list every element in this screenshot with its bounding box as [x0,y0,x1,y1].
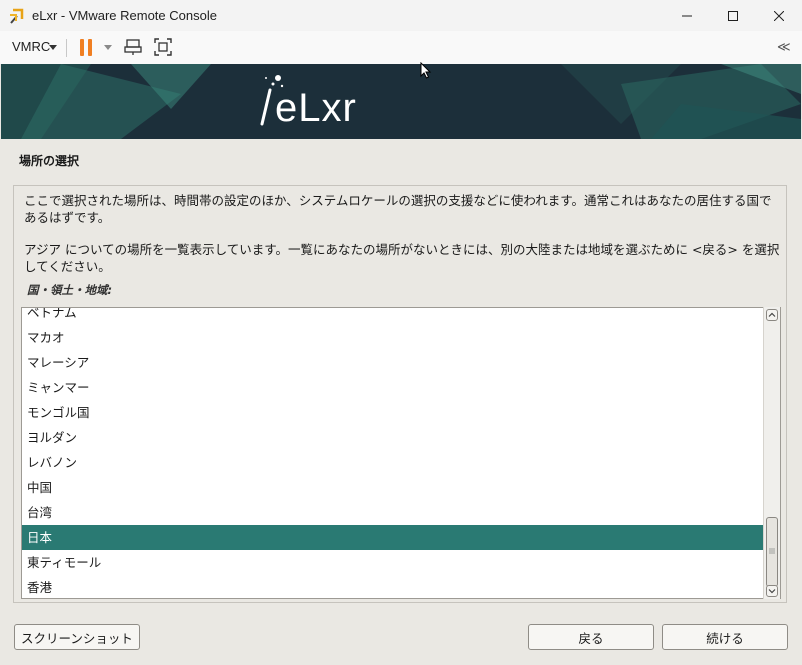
minimize-icon [682,15,692,16]
list-item[interactable]: マレーシア [22,350,763,375]
list-item[interactable]: 台湾 [22,500,763,525]
country-listbox[interactable]: ベトナム マカオ マレーシア ミャンマー モンゴル国 ヨルダン レバノン 中国 … [21,307,781,599]
country-field-label: 国・領土・地域: [27,283,113,297]
back-button[interactable]: 戻る [528,624,654,650]
power-menu-caret-icon[interactable] [104,45,112,50]
fullscreen-icon[interactable] [153,37,173,57]
send-ctrl-alt-del-icon[interactable] [123,37,143,57]
list-item[interactable]: ミャンマー [22,375,763,400]
list-item[interactable]: 東ティモール [22,550,763,575]
vmrc-menu-button[interactable]: VMRC [12,39,50,54]
vmrc-toolbar: VMRC ≪ [0,31,802,65]
continue-button[interactable]: 続ける [662,624,788,650]
window-title: eLxr - VMware Remote Console [32,8,217,23]
banner-background-art [1,64,801,139]
screenshot-button[interactable]: スクリーンショット [14,624,140,650]
collapse-toolbar-button[interactable]: ≪ [777,39,791,55]
list-item[interactable]: 中国 [22,475,763,500]
list-item[interactable]: ヨルダン [22,425,763,450]
list-item-selected[interactable]: 日本 [22,525,763,550]
description-paragraph-1: ここで選択された場所は、時間帯の設定のほか、システムロケールの選択の支援などに使… [24,193,772,225]
description-paragraph-2: アジア についての場所を一覧表示しています。一覧にあなたの場所がないときには、別… [24,242,780,274]
list-item[interactable]: レバノン [22,450,763,475]
mouse-pointer-icon [420,62,432,79]
vmrc-menu-caret-icon[interactable] [49,45,57,50]
window-title-bar: eLxr - VMware Remote Console [0,0,802,31]
scroll-down-icon [768,589,776,594]
grip-icon [769,548,775,554]
close-icon [774,10,784,21]
scroll-thumb[interactable] [766,517,778,587]
pause-icon[interactable] [80,39,93,56]
list-item[interactable]: マカオ [22,325,763,350]
elxr-logo-text: eLxr [275,86,357,130]
list-item[interactable]: ベトナム [22,308,763,325]
scroll-up-button[interactable] [766,309,778,321]
vmware-app-icon [10,8,24,24]
maximize-button[interactable] [710,0,756,31]
maximize-icon [728,10,738,21]
page-title: 場所の選択 [19,154,80,168]
list-item[interactable]: モンゴル国 [22,400,763,425]
installer-banner: eLxr [1,64,801,139]
toolbar-separator [66,39,67,57]
minimize-button[interactable] [664,0,710,31]
scroll-up-icon [768,312,776,317]
scroll-down-button[interactable] [766,585,778,597]
list-scrollbar[interactable] [763,307,780,599]
list-item[interactable]: 香港 [22,575,763,598]
close-button[interactable] [756,0,802,31]
